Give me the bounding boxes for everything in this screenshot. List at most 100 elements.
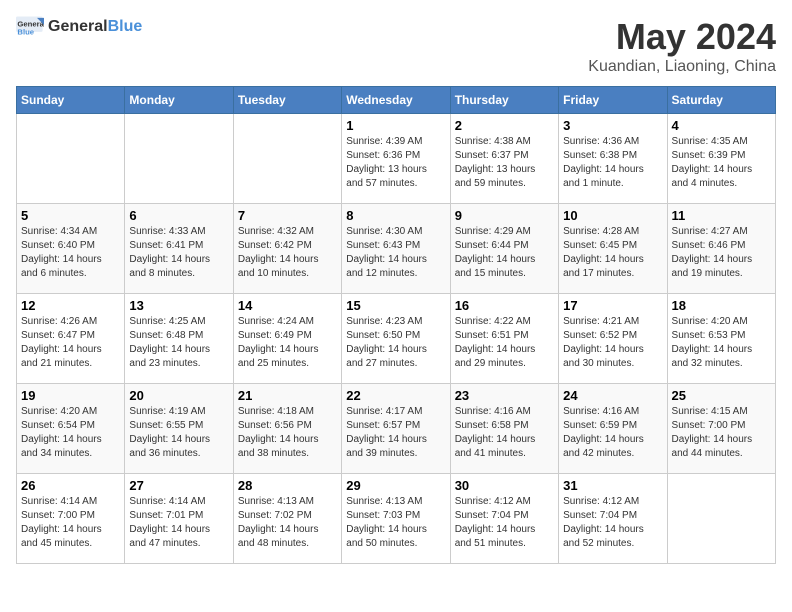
calendar-cell: 27 Sunrise: 4:14 AMSunset: 7:01 PMDayligh… [125,474,233,564]
day-info: Sunrise: 4:18 AMSunset: 6:56 PMDaylight:… [238,405,337,461]
day-info: Sunrise: 4:25 AMSunset: 6:48 PMDaylight:… [129,315,228,371]
day-number: 10 [563,208,662,223]
calendar-header-row: SundayMondayTuesdayWednesdayThursdayFrid… [17,87,776,114]
calendar-cell: 1 Sunrise: 4:39 AMSunset: 6:36 PMDaylight… [342,114,450,204]
logo-blue-text: Blue [108,18,143,35]
day-number: 4 [672,118,771,133]
calendar-cell [17,114,125,204]
location-title: Kuandian, Liaoning, China [588,58,776,76]
calendar-cell: 20Sunrise: 4:19 AMSunset: 6:55 PMDayligh… [125,384,233,474]
calendar-cell: 14 Sunrise: 4:24 AMSunset: 6:49 PMDayligh… [233,294,341,384]
calendar-week-row: 5 Sunrise: 4:34 AMSunset: 6:40 PMDaylight… [17,204,776,294]
calendar-cell: 24Sunrise: 4:16 AMSunset: 6:59 PMDayligh… [559,384,667,474]
calendar-cell: 12Sunrise: 4:26 AMSunset: 6:47 PMDayligh… [17,294,125,384]
logo: General Blue GeneralBlue [16,16,142,38]
logo-icon: General Blue [16,16,44,38]
calendar-day-header: Sunday [17,87,125,114]
day-number: 21 [238,388,337,403]
day-number: 24 [563,388,662,403]
day-number: 22 [346,388,445,403]
calendar-cell: 30Sunrise: 4:12 AMSunset: 7:04 PMDayligh… [450,474,558,564]
calendar-day-header: Wednesday [342,87,450,114]
calendar-cell [667,474,775,564]
day-info: Sunrise: 4:38 AMSunset: 6:37 PMDaylight:… [455,135,554,191]
calendar-cell: 13 Sunrise: 4:25 AMSunset: 6:48 PMDayligh… [125,294,233,384]
calendar-week-row: 26 Sunrise: 4:14 AMSunset: 7:00 PMDayligh… [17,474,776,564]
day-info: Sunrise: 4:12 AMSunset: 7:04 PMDaylight:… [563,495,662,551]
day-info: Sunrise: 4:21 AMSunset: 6:52 PMDaylight:… [563,315,662,371]
calendar-cell: 16Sunrise: 4:22 AMSunset: 6:51 PMDayligh… [450,294,558,384]
day-number: 30 [455,478,554,493]
calendar-cell: 6Sunrise: 4:33 AMSunset: 6:41 PMDaylight… [125,204,233,294]
calendar-cell: 11Sunrise: 4:27 AMSunset: 6:46 PMDayligh… [667,204,775,294]
calendar-cell: 23Sunrise: 4:16 AMSunset: 6:58 PMDayligh… [450,384,558,474]
calendar-cell: 8Sunrise: 4:30 AMSunset: 6:43 PMDaylight… [342,204,450,294]
day-info: Sunrise: 4:13 AMSunset: 7:03 PMDaylight:… [346,495,445,551]
calendar-cell [233,114,341,204]
day-info: Sunrise: 4:23 AMSunset: 6:50 PMDaylight:… [346,315,445,371]
day-number: 5 [21,208,120,223]
calendar-cell: 10 Sunrise: 4:28 AMSunset: 6:45 PMDayligh… [559,204,667,294]
day-number: 13 [129,298,228,313]
calendar-cell: 5 Sunrise: 4:34 AMSunset: 6:40 PMDaylight… [17,204,125,294]
day-info: Sunrise: 4:16 AMSunset: 6:58 PMDaylight:… [455,405,554,461]
day-info: Sunrise: 4:29 AMSunset: 6:44 PMDaylight:… [455,225,554,281]
day-info: Sunrise: 4:14 AMSunset: 7:01 PMDaylight:… [129,495,228,551]
day-info: Sunrise: 4:28 AMSunset: 6:45 PMDaylight:… [563,225,662,281]
day-info: Sunrise: 4:20 AMSunset: 6:54 PMDaylight:… [21,405,120,461]
day-info: Sunrise: 4:13 AMSunset: 7:02 PMDaylight:… [238,495,337,551]
day-number: 1 [346,118,445,133]
calendar-cell: 29 Sunrise: 4:13 AMSunset: 7:03 PMDayligh… [342,474,450,564]
day-number: 29 [346,478,445,493]
day-info: Sunrise: 4:20 AMSunset: 6:53 PMDaylight:… [672,315,771,371]
day-number: 3 [563,118,662,133]
day-info: Sunrise: 4:39 AMSunset: 6:36 PMDaylight:… [346,135,445,191]
logo-general-text: General [48,18,108,35]
day-info: Sunrise: 4:24 AMSunset: 6:49 PMDaylight:… [238,315,337,371]
calendar-day-header: Monday [125,87,233,114]
day-info: Sunrise: 4:17 AMSunset: 6:57 PMDaylight:… [346,405,445,461]
month-title: May 2024 [588,16,776,58]
day-info: Sunrise: 4:34 AMSunset: 6:40 PMDaylight:… [21,225,120,281]
day-info: Sunrise: 4:14 AMSunset: 7:00 PMDaylight:… [21,495,120,551]
calendar-day-header: Saturday [667,87,775,114]
day-number: 27 [129,478,228,493]
calendar-cell: 31Sunrise: 4:12 AMSunset: 7:04 PMDayligh… [559,474,667,564]
day-number: 19 [21,388,120,403]
calendar-cell: 17 Sunrise: 4:21 AMSunset: 6:52 PMDayligh… [559,294,667,384]
calendar-week-row: 19 Sunrise: 4:20 AMSunset: 6:54 PMDayligh… [17,384,776,474]
calendar-cell: 28Sunrise: 4:13 AMSunset: 7:02 PMDayligh… [233,474,341,564]
calendar-cell: 7 Sunrise: 4:32 AMSunset: 6:42 PMDaylight… [233,204,341,294]
day-info: Sunrise: 4:33 AMSunset: 6:41 PMDaylight:… [129,225,228,281]
day-info: Sunrise: 4:36 AMSunset: 6:38 PMDaylight:… [563,135,662,191]
day-number: 26 [21,478,120,493]
calendar-cell: 19 Sunrise: 4:20 AMSunset: 6:54 PMDayligh… [17,384,125,474]
day-number: 14 [238,298,337,313]
day-info: Sunrise: 4:32 AMSunset: 6:42 PMDaylight:… [238,225,337,281]
day-info: Sunrise: 4:30 AMSunset: 6:43 PMDaylight:… [346,225,445,281]
calendar-day-header: Tuesday [233,87,341,114]
calendar-cell: 15 Sunrise: 4:23 AMSunset: 6:50 PMDayligh… [342,294,450,384]
day-info: Sunrise: 4:26 AMSunset: 6:47 PMDaylight:… [21,315,120,371]
calendar-cell: 9 Sunrise: 4:29 AMSunset: 6:44 PMDaylight… [450,204,558,294]
calendar-day-header: Friday [559,87,667,114]
calendar-cell: 2Sunrise: 4:38 AMSunset: 6:37 PMDaylight… [450,114,558,204]
calendar-week-row: 12Sunrise: 4:26 AMSunset: 6:47 PMDayligh… [17,294,776,384]
day-number: 9 [455,208,554,223]
day-number: 11 [672,208,771,223]
day-number: 15 [346,298,445,313]
day-number: 7 [238,208,337,223]
calendar-cell: 3 Sunrise: 4:36 AMSunset: 6:38 PMDaylight… [559,114,667,204]
day-number: 17 [563,298,662,313]
day-info: Sunrise: 4:15 AMSunset: 7:00 PMDaylight:… [672,405,771,461]
calendar-cell: 25 Sunrise: 4:15 AMSunset: 7:00 PMDayligh… [667,384,775,474]
day-info: Sunrise: 4:22 AMSunset: 6:51 PMDaylight:… [455,315,554,371]
svg-text:Blue: Blue [17,28,34,37]
calendar-week-row: 1 Sunrise: 4:39 AMSunset: 6:36 PMDaylight… [17,114,776,204]
day-number: 20 [129,388,228,403]
calendar-cell: 18 Sunrise: 4:20 AMSunset: 6:53 PMDayligh… [667,294,775,384]
day-number: 25 [672,388,771,403]
day-number: 18 [672,298,771,313]
day-info: Sunrise: 4:35 AMSunset: 6:39 PMDaylight:… [672,135,771,191]
header: General Blue GeneralBlue May 2024 Kuandi… [16,16,776,76]
